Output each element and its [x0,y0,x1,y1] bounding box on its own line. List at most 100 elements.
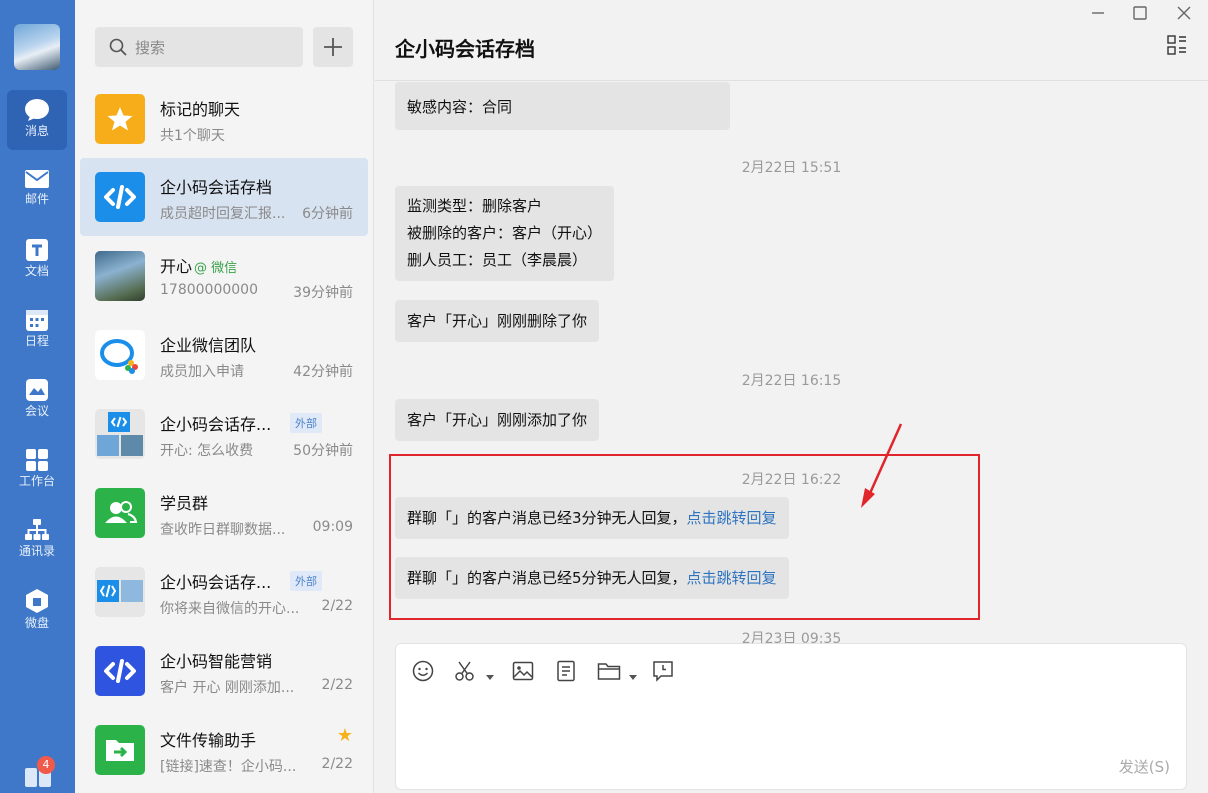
message-text: 监测类型：删除客户 [407,197,543,215]
image-icon [512,661,534,681]
scissors-icon [455,661,474,681]
minimize-icon [1092,12,1104,14]
workbench-icon [26,449,48,471]
nav-label: 日程 [24,334,49,348]
search-placeholder: 搜索 [135,39,166,57]
nav-drive[interactable]: 微盘 [7,580,67,640]
chat-time: 39分钟前 [293,285,353,301]
group-users-icon [95,488,145,538]
timestamp: 2月22日 16:15 [741,373,842,389]
close-button[interactable] [1175,4,1193,22]
chat-name: 开心 @ 微信 [160,253,237,277]
chat-item-smart-marketing[interactable]: 企小码智能营销 客户 开心 刚刚添加... 2/22 [80,632,368,710]
chat-name: 标记的聊天 [160,100,241,119]
annotation-arrow [861,423,903,508]
unread-badge: 4 [37,756,55,774]
message-text: 群聊「」的客户消息已经3分钟无人回复， [407,509,687,527]
nav-more-apps[interactable]: 4 [24,756,55,788]
screenshot-button[interactable] [454,660,476,686]
chat-item-archive-external[interactable]: 企小码会话存... 外部 开心: 怎么收费 50分钟前 [80,395,368,473]
nav-meeting[interactable]: 会议 [7,370,67,430]
starred-icon: ★ [336,725,353,746]
drive-icon [26,589,48,613]
message-composer[interactable]: 发送(S) [395,643,1187,790]
chat-preview: [链接]速查！企小码... [160,759,297,775]
page-title: 企小码会话存档 [395,37,535,61]
user-avatar[interactable] [14,24,60,70]
maximize-icon [1133,6,1147,20]
folder-icon [597,663,621,680]
emoji-icon [412,660,434,682]
chat-name: 学员群 [160,494,209,513]
chat-item-file-transfer[interactable]: 文件传输助手 ★ [链接]速查！企小码... 2/22 [80,711,368,789]
chat-preview: 查收昨日群聊数据... [160,522,286,538]
nav-label: 会议 [24,404,49,418]
message-text: 被删除的客户：客户（开心） [407,224,603,242]
chat-preview: 共1个聊天 [160,128,225,144]
nav-docs[interactable]: 文档 [7,230,67,290]
chat-name: 企小码会话存档 [160,178,273,197]
minimize-button[interactable] [1089,4,1107,22]
clock-bubble-icon [653,661,673,682]
nav-mail[interactable]: 邮件 [7,160,67,220]
group-avatar [95,567,145,617]
chat-item-wecom-team[interactable]: 企业微信团队 成员加入申请 42分钟前 [80,316,368,394]
caret-down-icon [486,675,494,680]
header-divider [375,80,1208,81]
contact-avatar [95,251,145,301]
message-text: 客户「开心」刚刚添加了你 [407,411,588,429]
chat-time: 50分钟前 [293,443,353,459]
search-input[interactable]: 搜索 [95,27,303,67]
nav-label: 消息 [24,124,49,138]
external-tag: 外部 [290,571,322,591]
nav-workbench[interactable]: 工作台 [7,440,67,500]
chat-time: 2/22 [321,756,353,772]
screenshot-options-dropdown[interactable] [486,668,494,684]
chat-time: 2/22 [321,598,353,614]
add-button[interactable] [313,27,353,67]
group-avatar [95,409,145,459]
nav-messages[interactable]: 消息 [7,90,67,150]
contacts-icon [25,519,49,540]
folder-arrow-icon [95,725,145,775]
chat-time: 6分钟前 [302,206,353,222]
document-icon [26,239,48,261]
jump-reply-link[interactable]: 点击跳转回复 [687,569,777,587]
maximize-button[interactable] [1131,4,1149,22]
wechat-tag: @ 微信 [194,261,238,276]
code-logo-icon [95,172,145,222]
message-bubble: 群聊「」的客户消息已经3分钟无人回复，点击跳转回复 [395,497,789,539]
chat-history-button[interactable] [652,660,674,686]
mail-icon [25,170,49,188]
message-bubble: 客户「开心」刚刚添加了你 [395,399,600,441]
conversation-pane: 企小码会话存档 敏感内容：合同 2月22日 15:51 监测类型：删除客户 被删… [375,0,1208,793]
document-button[interactable] [555,660,577,686]
left-nav: 消息 邮件 文档 日程 会议 工作台 通讯录 微盘 4 [0,0,75,793]
folder-button[interactable] [597,660,621,686]
nav-label: 通讯录 [18,544,55,558]
nav-calendar[interactable]: 日程 [7,300,67,360]
close-icon [1177,6,1191,20]
chat-item-student-group[interactable]: 学员群 查收昨日群聊数据... 09:09 [80,474,368,552]
nav-contacts[interactable]: 通讯录 [7,510,67,570]
code-logo-icon [95,646,145,696]
calendar-icon [26,310,48,331]
chat-preview: 17800000000 [160,282,258,298]
chat-item-kaixin[interactable]: 开心 @ 微信 17800000000 39分钟前 [80,237,368,315]
folder-options-dropdown[interactable] [629,668,637,684]
plus-icon [324,38,342,56]
chat-preview: 成员超时回复汇报... [160,206,286,222]
chat-item-archive[interactable]: 企小码会话存档 成员超时回复汇报... 6分钟前 [80,158,368,236]
nav-label: 微盘 [24,616,49,630]
chat-info-button[interactable] [1167,35,1187,59]
image-button[interactable] [512,660,534,686]
chat-bubble-icon [25,99,49,121]
emoji-button[interactable] [412,660,434,686]
chat-preview: 成员加入申请 [160,364,244,380]
send-button[interactable]: 发送(S) [1119,756,1170,777]
caret-down-icon [629,675,637,680]
nav-label: 文档 [24,264,49,278]
jump-reply-link[interactable]: 点击跳转回复 [687,509,777,527]
chat-item-archive-external-2[interactable]: 企小码会话存... 外部 你将来自微信的开心... 2/22 [80,553,368,631]
chat-item-starred[interactable]: 标记的聊天 共1个聊天 [80,80,368,158]
